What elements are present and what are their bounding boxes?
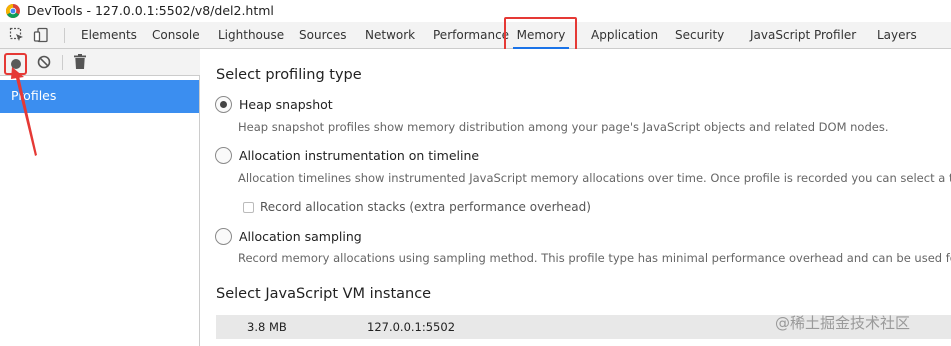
vm-instance-size: 3.8 MB (247, 320, 287, 334)
record-stacks-label: Record allocation stacks (extra performa… (260, 200, 591, 214)
tab-application[interactable]: Application (591, 22, 658, 48)
heap-snapshot-description: Heap snapshot profiles show memory distr… (238, 120, 889, 134)
tab-lighthouse[interactable]: Lighthouse (218, 22, 284, 48)
select-profiling-type-title: Select profiling type (216, 67, 362, 83)
vm-instance-host: 127.0.0.1:5502 (367, 320, 456, 334)
tab-layers[interactable]: Layers (877, 22, 917, 48)
allocation-timeline-option[interactable]: Allocation instrumentation on timeline (215, 146, 479, 164)
allocation-timeline-radio[interactable] (215, 146, 232, 164)
allocation-sampling-description: Record memory allocations using sampling… (238, 251, 951, 265)
chrome-logo-icon (6, 4, 20, 18)
watermark: @稀土掘金技术社区 (775, 314, 911, 332)
select-vm-instance-title: Select JavaScript VM instance (216, 286, 432, 302)
allocation-timeline-label: Allocation instrumentation on timeline (239, 147, 480, 163)
allocation-sampling-radio[interactable] (215, 227, 232, 245)
devtools-tab-bar: Elements Console Lighthouse Sources Netw… (0, 22, 951, 49)
profiles-sidebar: Profiles (0, 49, 200, 346)
tab-sources[interactable]: Sources (299, 22, 346, 48)
title-bar: DevTools - 127.0.0.1:5502/v8/del2.html (0, 0, 951, 22)
allocation-sampling-option[interactable]: Allocation sampling (215, 227, 362, 245)
tab-elements[interactable]: Elements (81, 22, 137, 48)
heap-snapshot-option[interactable]: Heap snapshot (215, 95, 333, 113)
tab-network[interactable]: Network (365, 22, 415, 48)
memory-panel: Select profiling type Heap snapshot Heap… (201, 49, 951, 346)
record-stacks-checkbox[interactable] (243, 201, 254, 213)
allocation-sampling-label: Allocation sampling (239, 228, 362, 244)
tab-separator (64, 28, 65, 43)
tab-security[interactable]: Security (675, 22, 724, 48)
tab-console[interactable]: Console (152, 22, 200, 48)
inspect-element-icon[interactable] (9, 27, 25, 43)
toolbar-separator (62, 55, 63, 70)
allocation-timeline-description: Allocation timelines show instrumented J… (238, 171, 951, 185)
heap-snapshot-radio[interactable] (215, 95, 232, 113)
annotation-arrow-icon (11, 67, 37, 156)
heap-snapshot-label: Heap snapshot (239, 96, 333, 112)
record-stacks-option[interactable]: Record allocation stacks (extra performa… (243, 200, 591, 214)
device-toolbar-icon[interactable] (33, 27, 49, 43)
tab-performance[interactable]: Performance (433, 22, 509, 48)
window-title: DevTools - 127.0.0.1:5502/v8/del2.html (27, 3, 274, 18)
trash-icon[interactable] (74, 54, 86, 69)
tab-javascript-profiler[interactable]: JavaScript Profiler (750, 22, 856, 48)
